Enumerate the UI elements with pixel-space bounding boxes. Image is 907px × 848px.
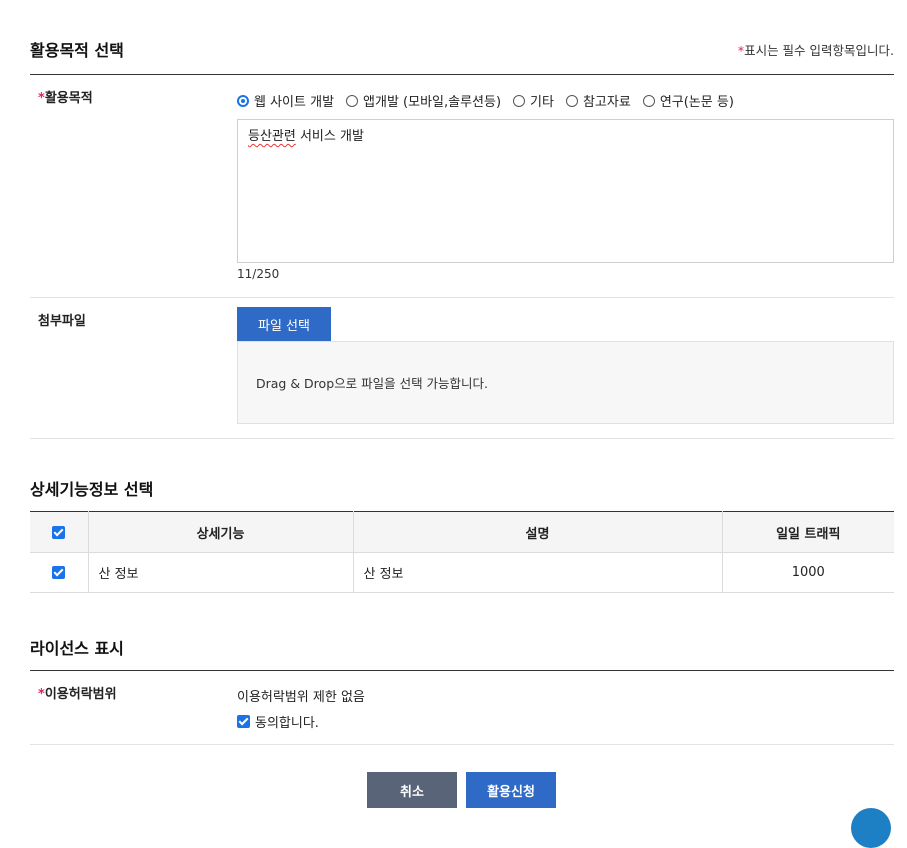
purpose-radio-group: 웹 사이트 개발 앱개발 (모바일,솔루션등) 기타 참고자료 연구(논문 등): [237, 91, 734, 110]
cell-description: 산 정보: [353, 552, 723, 593]
cancel-button[interactable]: 취소: [367, 772, 457, 808]
radio-label: 연구(논문 등): [659, 95, 734, 110]
cell-feature: 산 정보: [88, 552, 354, 593]
attachment-label: 첨부파일: [38, 314, 86, 329]
radio-circle-icon: [642, 94, 655, 107]
file-dropzone[interactable]: Drag & Drop으로 파일을 선택 가능합니다.: [237, 341, 894, 424]
license-section-title: 라이선스 표시: [30, 639, 124, 658]
radio-circle-icon: [237, 94, 249, 107]
row-select-cell: [30, 552, 89, 593]
radio-circle-icon: [346, 94, 359, 107]
table-header-row: 상세기능 설명 일일 트래픽: [30, 511, 894, 553]
column-header-feature: 상세기능: [88, 511, 354, 553]
purpose-divider: [30, 74, 894, 75]
purpose-textarea[interactable]: 등산관련 서비스 개발: [237, 119, 894, 263]
license-divider: [30, 670, 894, 671]
radio-label: 기타: [530, 95, 554, 110]
agree-checkbox-row[interactable]: 동의합니다.: [237, 712, 319, 731]
agree-checkbox[interactable]: [237, 715, 250, 728]
purpose-label-text: 활용목적: [44, 91, 93, 106]
radio-research[interactable]: 연구(논문 등): [642, 91, 734, 110]
char-counter: 11/250: [237, 267, 280, 281]
radio-circle-icon: [565, 94, 578, 107]
file-select-button[interactable]: 파일 선택: [237, 307, 331, 341]
license-value: 이용허락범위 제한 없음: [237, 690, 365, 705]
apply-button[interactable]: 활용신청: [466, 772, 556, 808]
radio-reference[interactable]: 참고자료: [565, 91, 631, 110]
radio-app-dev[interactable]: 앱개발 (모바일,솔루션등): [346, 91, 501, 110]
select-all-header: [30, 511, 89, 553]
attachment-row-divider: [30, 438, 894, 439]
radio-other[interactable]: 기타: [513, 91, 554, 110]
features-table: 상세기능 설명 일일 트래픽 산 정보 산 정보 1000: [30, 511, 894, 593]
floating-action-button[interactable]: [851, 808, 891, 848]
dropzone-text: Drag & Drop으로 파일을 선택 가능합니다.: [256, 376, 489, 391]
radio-label: 웹 사이트 개발: [254, 95, 335, 110]
license-label: *이용허락범위: [38, 683, 117, 702]
radio-circle-icon: [513, 94, 526, 107]
required-note-text: 표시는 필수 입력항목입니다.: [744, 43, 894, 58]
required-note: *표시는 필수 입력항목입니다.: [738, 40, 894, 59]
purpose-text-rest: 서비스 개발: [295, 129, 364, 144]
column-header-description: 설명: [353, 511, 723, 553]
column-header-traffic: 일일 트래픽: [722, 511, 894, 553]
features-section-title: 상세기능정보 선택: [30, 480, 154, 499]
license-required-star: *: [38, 687, 45, 702]
purpose-required-star: *: [38, 91, 45, 106]
table-row: 산 정보 산 정보 1000: [30, 552, 894, 593]
purpose-section-title: 활용목적 선택: [30, 41, 124, 60]
license-row-divider: [30, 744, 894, 745]
cell-traffic: 1000: [722, 552, 894, 593]
purpose-label: *활용목적: [38, 87, 93, 106]
purpose-row-divider: [30, 297, 894, 298]
radio-label: 앱개발 (모바일,솔루션등): [363, 95, 502, 110]
radio-web-dev[interactable]: 웹 사이트 개발: [237, 91, 334, 110]
agree-label: 동의합니다.: [255, 716, 319, 731]
purpose-text-misspelled: 등산관련: [248, 129, 296, 144]
license-label-text: 이용허락범위: [44, 687, 117, 702]
select-all-checkbox[interactable]: [52, 525, 66, 539]
row-checkbox[interactable]: [52, 566, 66, 579]
radio-label: 참고자료: [582, 95, 631, 110]
